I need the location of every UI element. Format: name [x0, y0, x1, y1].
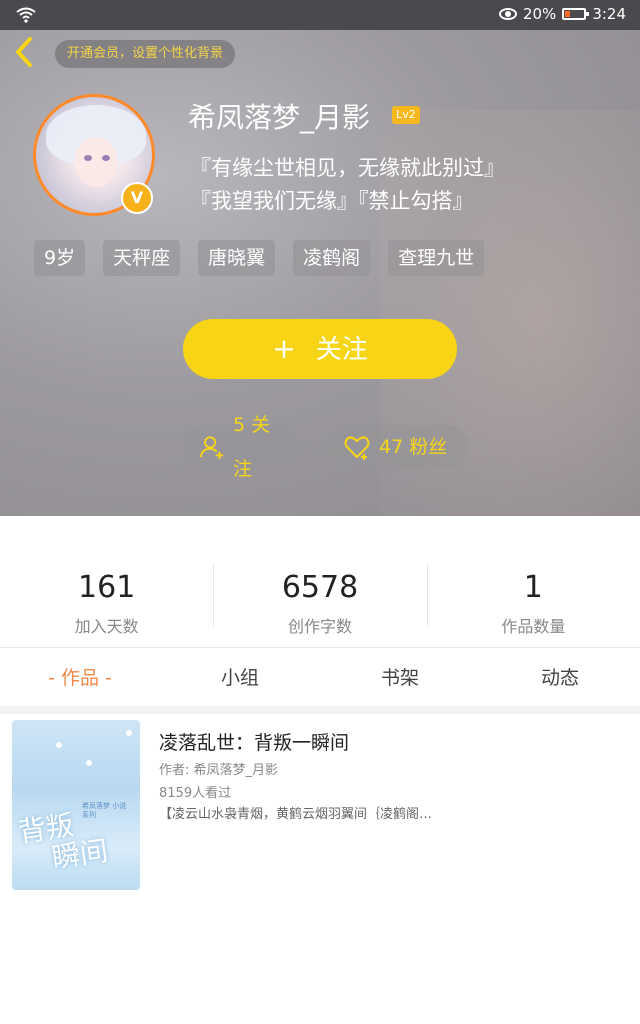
book-views: 8159人看过	[159, 786, 232, 801]
tab-bookshelf[interactable]: 书架	[320, 650, 480, 706]
battery-icon	[562, 8, 590, 20]
tag-interest: 查理九世	[388, 240, 485, 276]
book-description: 【凌云山水袅青烟，黄鹤云烟羽翼间｛凌鹤阁…	[159, 807, 433, 822]
follow-label: 关注	[315, 335, 368, 365]
verified-badge: V	[121, 182, 153, 214]
book-title[interactable]: 凌落乱世：背叛一瞬间	[159, 728, 349, 755]
status-bar: 20% 3:24	[0, 0, 640, 30]
back-arrow-icon[interactable]	[10, 36, 38, 68]
level-badge: Lv2	[392, 106, 420, 124]
followers-count: 47 粉丝	[379, 436, 448, 458]
eye-icon	[498, 8, 517, 20]
wifi-icon	[16, 7, 36, 23]
tag-interest: 唐晓翼	[198, 240, 276, 276]
stat-works: 1 作品数量	[426, 556, 640, 636]
cover-title: 背叛 瞬间	[15, 808, 110, 875]
book-author: 作者: 希凤落梦_月影	[159, 763, 279, 778]
add-user-icon	[199, 436, 224, 460]
followers-button[interactable]: 47 粉丝	[327, 425, 469, 469]
following-button[interactable]: 5 关注	[183, 414, 301, 480]
tag-zodiac: 天秤座	[103, 240, 181, 276]
profile-header: 开通会员，设置个性化背景 V 希凤落梦_月影 Lv2 『有缘尘世相见，无缘就此别…	[0, 30, 640, 516]
vip-background-button[interactable]: 开通会员，设置个性化背景	[55, 40, 236, 68]
tab-works[interactable]: - 作品 -	[0, 650, 160, 706]
book-card[interactable]: 希凤落梦 小说系列 背叛 瞬间 凌落乱世：背叛一瞬间 作者: 希凤落梦_月影 8…	[6, 714, 634, 896]
tab-bar: - 作品 - 小组 书架 动态	[0, 650, 640, 706]
stat-words: 6578 创作字数	[213, 556, 426, 636]
divider	[0, 706, 640, 714]
heart-icon	[344, 436, 370, 460]
signature-line-1: 『有缘尘世相见，无缘就此别过』	[190, 156, 505, 180]
signature-line-2: 『我望我们无缘』『禁止勾搭』	[190, 189, 474, 213]
tab-activity[interactable]: 动态	[480, 650, 640, 706]
following-count: 5 关注	[232, 414, 271, 480]
battery-percent: 20%	[522, 5, 557, 23]
book-cover[interactable]: 希凤落梦 小说系列 背叛 瞬间	[12, 720, 140, 890]
tab-groups[interactable]: 小组	[160, 650, 320, 706]
stat-days: 161 加入天数	[74, 570, 139, 636]
follow-button[interactable]: + 关注	[183, 319, 457, 379]
divider	[0, 647, 640, 648]
plus-icon: +	[272, 332, 296, 365]
tag-list: 9岁 天秤座 唐晓翼 凌鹤阁 查理九世	[34, 240, 485, 276]
stats-row: 161 加入天数 6578 创作字数 1 作品数量	[0, 556, 640, 636]
tag-age: 9岁	[34, 240, 86, 276]
username: 希凤落梦_月影	[188, 101, 371, 134]
clock: 3:24	[592, 5, 626, 23]
tag-interest: 凌鹤阁	[293, 240, 371, 276]
